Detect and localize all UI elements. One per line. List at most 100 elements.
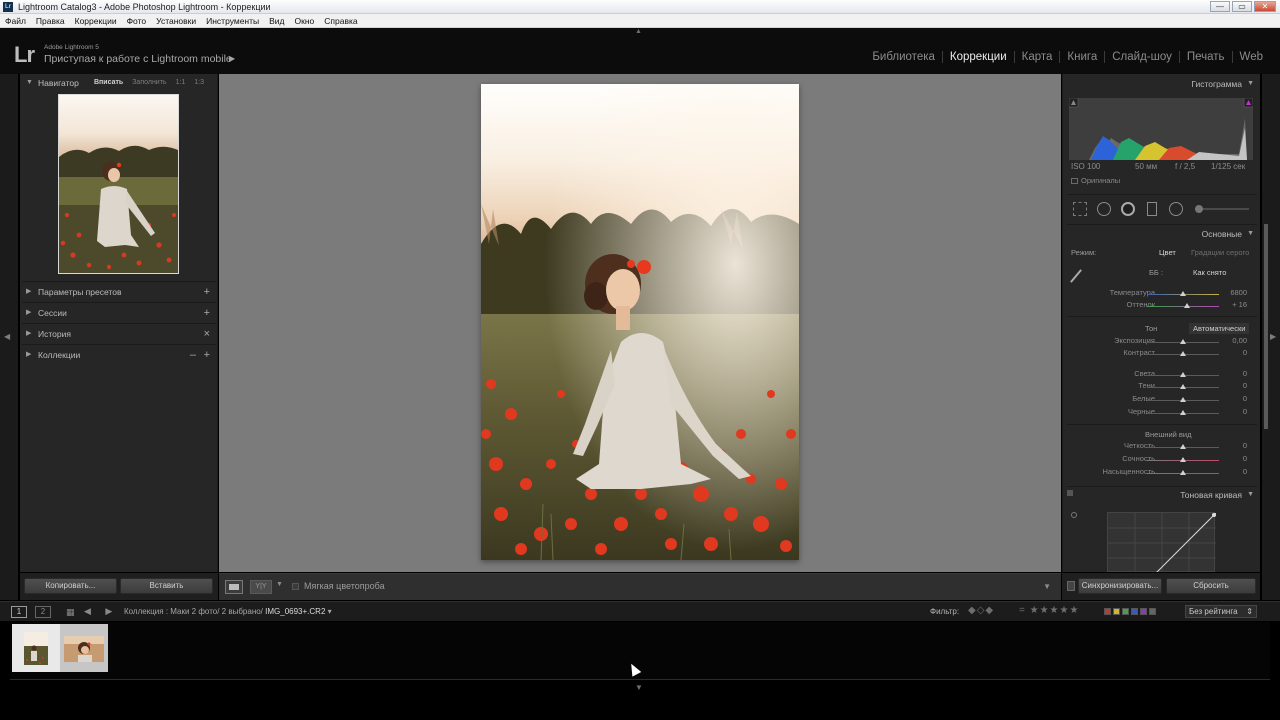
vibrance-row[interactable]: Сочность 0 <box>1063 454 1260 467</box>
auto-tone-button[interactable]: Автоматически <box>1189 323 1250 334</box>
menu-tools[interactable]: Инструменты <box>201 14 264 27</box>
menu-window[interactable]: Окно <box>290 14 320 27</box>
reset-button[interactable]: Сбросить <box>1166 578 1256 594</box>
graduated-filter-icon[interactable] <box>1147 202 1157 216</box>
tint-knob[interactable] <box>1183 303 1190 308</box>
rating-filter-dropdown[interactable]: Без рейтинга ⇕ <box>1185 605 1257 618</box>
shadows-knob[interactable] <box>1180 384 1186 389</box>
blacks-row[interactable]: Черные 0 <box>1063 407 1260 420</box>
before-after-dropdown-icon[interactable]: ▼ <box>276 581 283 588</box>
temperature-value[interactable]: 6800 <box>1230 288 1247 297</box>
target-adjustment-icon[interactable] <box>1071 512 1077 518</box>
blacks-value[interactable]: 0 <box>1243 407 1247 416</box>
menu-develop[interactable]: Коррекции <box>70 14 122 27</box>
navigation-arrows-icon[interactable]: ◀ ▶ <box>84 606 118 617</box>
whites-knob[interactable] <box>1180 397 1186 402</box>
color-label-yellow[interactable] <box>1113 608 1120 615</box>
expand-triangle-icon[interactable]: ▶ <box>26 345 31 365</box>
exposure-knob[interactable] <box>1180 339 1186 344</box>
menu-settings[interactable]: Установки <box>151 14 201 27</box>
clear-history-icon[interactable]: × <box>204 324 210 344</box>
navigator-header[interactable]: ▼ Навигатор Вписать Заполнить 1:1 1:3 <box>20 74 218 92</box>
zoom-fill[interactable]: Заполнить <box>132 74 166 92</box>
radial-filter-icon[interactable] <box>1169 202 1183 216</box>
source-breadcrumb[interactable]: Коллекция : Маки 2 фото/ 2 выбрано/ IMG_… <box>124 607 332 616</box>
adjustment-brush-slider[interactable] <box>1195 208 1249 210</box>
filmstrip-thumbnail-2[interactable] <box>60 624 108 672</box>
expand-triangle-icon[interactable]: ▶ <box>26 303 31 323</box>
treatment-grayscale[interactable]: Градации серого <box>1191 248 1249 257</box>
before-after-icon[interactable]: Y|Y <box>250 580 272 594</box>
tone-curve-graph[interactable] <box>1107 512 1217 572</box>
zoom-fit[interactable]: Вписать <box>94 74 123 92</box>
contrast-row[interactable]: Контраст 0 <box>1063 348 1260 361</box>
color-label-purple[interactable] <box>1140 608 1147 615</box>
module-print[interactable]: Печать <box>1178 51 1232 63</box>
color-label-blue[interactable] <box>1131 608 1138 615</box>
crop-tool-icon[interactable] <box>1073 202 1087 216</box>
clarity-knob[interactable] <box>1180 444 1186 449</box>
tint-value[interactable]: + 16 <box>1232 300 1247 309</box>
sessions-panel-header[interactable]: ▶ Сессии + <box>22 302 216 322</box>
top-panel-toggle-icon[interactable]: ▲ <box>635 28 642 35</box>
main-monitor-button[interactable]: 1 <box>11 606 27 618</box>
collapse-triangle-icon[interactable]: ▼ <box>1247 230 1254 237</box>
vibrance-knob[interactable] <box>1180 457 1186 462</box>
saturation-row[interactable]: Насыщенность 0 <box>1063 467 1260 480</box>
color-label-green[interactable] <box>1122 608 1129 615</box>
whites-row[interactable]: Белые 0 <box>1063 394 1260 407</box>
white-balance-eyedropper-icon[interactable] <box>1070 269 1082 283</box>
spot-removal-icon[interactable] <box>1097 202 1111 216</box>
breadcrumb-dropdown-icon[interactable]: ▾ <box>328 607 332 616</box>
collapse-triangle-icon[interactable]: ▼ <box>26 74 33 92</box>
star-rating-filter[interactable]: = ★★★★★ <box>1019 605 1079 616</box>
maximize-button[interactable]: ▭ <box>1232 1 1252 12</box>
module-map[interactable]: Карта <box>1013 51 1060 63</box>
flag-filter-icons[interactable]: ◆◇◆ <box>968 605 994 616</box>
clarity-value[interactable]: 0 <box>1243 441 1247 450</box>
module-slideshow[interactable]: Слайд-шоу <box>1104 51 1179 63</box>
loupe-view[interactable] <box>219 74 1061 572</box>
paste-settings-button[interactable]: Вставить <box>120 578 213 594</box>
right-panel-toggle-icon[interactable]: ▶ <box>1270 332 1276 341</box>
soft-proof-checkbox[interactable] <box>292 583 299 590</box>
highlights-value[interactable]: 0 <box>1243 369 1247 378</box>
highlights-knob[interactable] <box>1180 372 1186 377</box>
toolbar-menu-icon[interactable]: ▼ <box>1043 582 1051 591</box>
saturation-value[interactable]: 0 <box>1243 467 1247 476</box>
second-monitor-button[interactable]: 2 <box>35 606 51 618</box>
zoom-1-3[interactable]: 1:3 <box>194 74 204 92</box>
tone-curve-toggle-icon[interactable] <box>1067 490 1073 496</box>
module-library[interactable]: Библиотека <box>865 51 942 63</box>
menu-file[interactable]: Файл <box>0 14 31 27</box>
adjustment-brush-icon[interactable] <box>1195 205 1203 213</box>
close-button[interactable]: ✕ <box>1254 1 1276 12</box>
saturation-knob[interactable] <box>1180 470 1186 475</box>
filmstrip-toggle-icon[interactable]: ▼ <box>635 683 643 692</box>
add-session-icon[interactable]: + <box>204 303 210 323</box>
play-arrow-icon[interactable]: ▶ <box>229 54 235 63</box>
exposure-value[interactable]: 0,00 <box>1232 336 1247 345</box>
shadows-row[interactable]: Тени 0 <box>1063 381 1260 394</box>
module-develop[interactable]: Коррекции <box>941 51 1014 63</box>
temperature-knob[interactable] <box>1180 291 1186 296</box>
clarity-row[interactable]: Четкость 0 <box>1063 441 1260 454</box>
lightroom-mobile-link[interactable]: Приступая к работе с Lightroom mobile <box>44 53 232 65</box>
main-photo[interactable] <box>481 84 799 560</box>
zoom-1-1[interactable]: 1:1 <box>176 74 186 92</box>
auto-sync-toggle-icon[interactable] <box>1067 581 1075 591</box>
red-eye-icon[interactable] <box>1121 202 1135 216</box>
module-book[interactable]: Книга <box>1059 51 1104 63</box>
collapse-triangle-icon[interactable]: ▼ <box>1247 80 1254 87</box>
right-panel-scrollbar[interactable] <box>1264 224 1268 429</box>
expand-triangle-icon[interactable]: ▶ <box>26 282 31 302</box>
dropdown-arrow-icon[interactable]: ⇕ <box>1246 606 1253 617</box>
sync-button[interactable]: Синхронизировать... <box>1078 578 1162 594</box>
menu-help[interactable]: Справка <box>319 14 362 27</box>
expand-triangle-icon[interactable]: ▶ <box>26 324 31 344</box>
left-panel-toggle-icon[interactable]: ◀ <box>4 332 10 341</box>
contrast-knob[interactable] <box>1180 351 1186 356</box>
treatment-color[interactable]: Цвет <box>1159 248 1176 257</box>
histogram[interactable]: ISO 100 50 мм f / 2,5 1/125 сек Оригинал… <box>1068 97 1254 186</box>
presets-panel-header[interactable]: ▶ Параметры пресетов + <box>22 281 216 301</box>
